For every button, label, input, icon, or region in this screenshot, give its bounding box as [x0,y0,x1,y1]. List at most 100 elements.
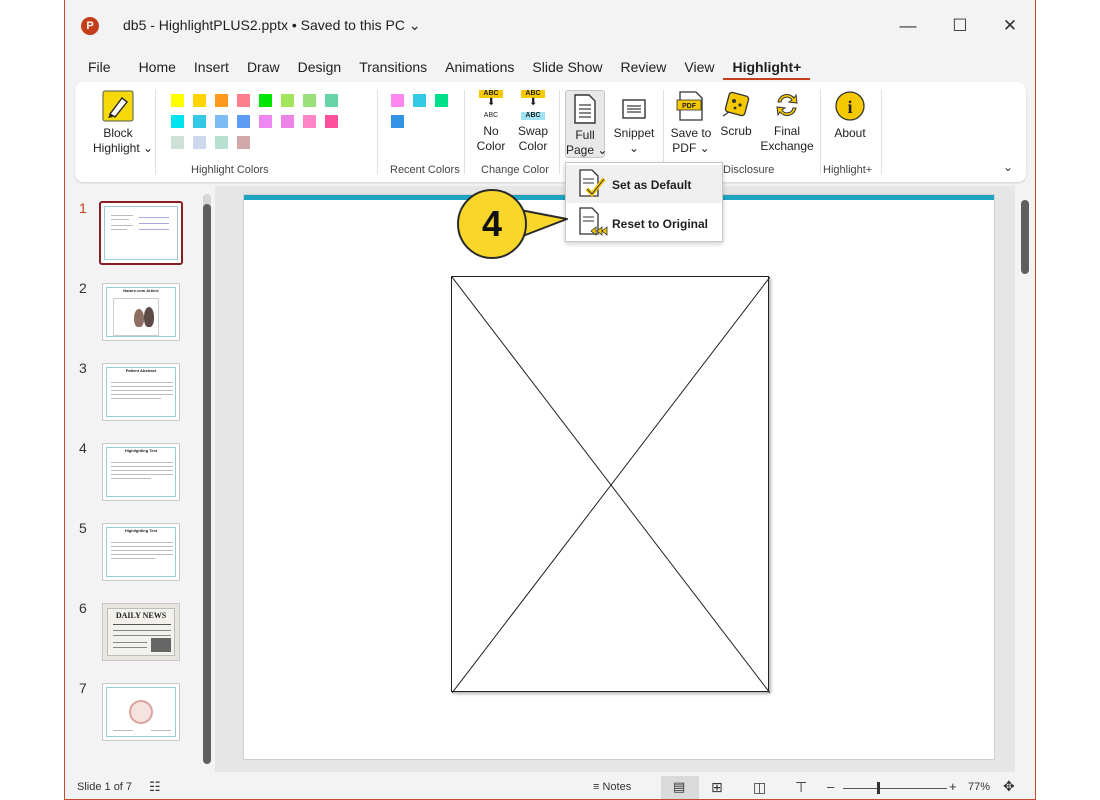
editor-scrollbar-thumb[interactable] [1021,200,1029,274]
highlight-color-swatch[interactable] [171,115,184,128]
swap-color-button[interactable]: ABC ⬇ ABC Swap Color [513,90,553,154]
highlight-color-swatch[interactable] [259,115,272,128]
zoom-in-button[interactable]: + [949,779,957,794]
highlight-color-swatch[interactable] [303,115,316,128]
tab-draw[interactable]: Draw [238,58,289,80]
full-page-button[interactable]: Full Page ⌄ [565,90,607,158]
accessibility-icon[interactable]: ☷ [149,779,161,795]
swap-color-icon: ABC ⬇ ABC [513,90,553,124]
powerpoint-window: P db5 - HighlightPLUS2.pptx • Saved to t… [64,0,1036,800]
highlight-color-swatch[interactable] [237,115,250,128]
highlight-color-swatch[interactable] [281,115,294,128]
thumbnails-scrollbar[interactable] [203,194,211,764]
notes-label: Notes [602,781,632,793]
slide-thumbnail-6[interactable]: DAILY NEWS [102,603,180,661]
slide-thumbnail-3[interactable]: Patient Abstract [102,363,180,421]
tab-design[interactable]: Design [289,58,351,80]
ribbon-divider [464,90,465,174]
highlight-color-swatch[interactable] [171,136,184,149]
highlight-color-swatch[interactable] [193,136,206,149]
close-button[interactable]: ✕ [995,12,1025,40]
window-title[interactable]: db5 - HighlightPLUS2.pptx • Saved to thi… [123,17,421,34]
placeholder-cross [452,277,770,693]
fit-to-window-icon[interactable]: ✥ [1003,778,1015,795]
snippet-button[interactable]: Snippet ⌄ [611,92,657,156]
slide-show-icon[interactable]: ⊤ [795,779,807,796]
slide-sorter-icon[interactable]: ⊞ [711,779,723,796]
swap-color-line1: Swap [517,124,549,138]
highlight-color-swatch[interactable] [193,94,206,107]
highlight-color-swatch[interactable] [325,115,338,128]
tab-transitions[interactable]: Transitions [350,58,436,80]
final-exchange-line1: Final [773,124,800,138]
normal-view-icon: ▤ [673,779,686,794]
highlight-color-swatch[interactable] [215,94,228,107]
slide-thumbnail-1[interactable] [99,201,183,265]
full-page-icon [574,94,596,124]
tab-file[interactable]: File [79,58,120,80]
powerpoint-app-icon: P [81,17,99,35]
slide-thumbnail-5[interactable]: Highlighting Text [102,523,180,581]
highlight-color-swatch[interactable] [237,94,250,107]
final-exchange-button[interactable]: Final Exchange [759,90,815,154]
notes-icon: ≡ [593,781,600,793]
slide-number: 1 [79,200,87,216]
tab-view[interactable]: View [675,58,723,80]
collapse-ribbon-button[interactable]: ⌄ [1003,160,1013,174]
zoom-slider-thumb[interactable] [877,782,880,794]
status-bar: Slide 1 of 7 ☷ ≡ Notes ▤ ⊞ ◫ ⊤ – + 77% ✥ [65,776,1035,799]
maximize-button[interactable]: ☐ [945,12,975,40]
snippet-icon [622,99,646,119]
tab-slide-show[interactable]: Slide Show [523,58,611,80]
zoom-level[interactable]: 77% [968,781,990,793]
highlight-color-swatch[interactable] [215,115,228,128]
tab-review[interactable]: Review [611,58,675,80]
block-highlight-line2: Highlight ⌄ [93,141,154,155]
recent-color-swatch[interactable] [413,94,426,107]
thumbnail-title: Highlighting Text [124,448,158,453]
tab-animations[interactable]: Animations [436,58,523,80]
tab-highlight-plus[interactable]: Highlight+ [723,58,811,80]
save-to-pdf-button[interactable]: PDF Save to PDF ⌄ [669,90,713,156]
normal-view-button[interactable]: ▤ [661,776,699,799]
image-placeholder[interactable] [451,276,770,693]
tab-home[interactable]: Home [130,58,185,80]
editor-scrollbar[interactable] [1021,200,1029,274]
scrub-button[interactable]: Scrub [717,90,755,139]
highlight-color-swatch[interactable] [237,136,250,149]
highlight-color-swatch[interactable] [259,94,272,107]
highlight-color-swatch[interactable] [281,94,294,107]
recent-color-swatch[interactable] [391,94,404,107]
zoom-out-button[interactable]: – [827,779,834,794]
thumbnails-scrollbar-thumb[interactable] [203,204,211,764]
reset-to-original-label: Reset to Original [612,217,709,231]
minimize-button[interactable]: — [893,12,923,40]
tab-insert[interactable]: Insert [185,58,238,80]
zoom-slider[interactable] [843,788,947,789]
reading-view-icon[interactable]: ◫ [753,779,766,796]
svg-text:i: i [847,97,852,117]
highlight-color-swatch[interactable] [215,136,228,149]
thumbnail-title: Highlighting Text [124,528,158,533]
notes-button[interactable]: ≡ Notes [593,781,631,793]
recent-color-swatch[interactable] [391,115,404,128]
highlight-color-swatch[interactable] [171,94,184,107]
recent-color-swatch[interactable] [435,94,448,107]
slide-thumbnail-7[interactable] [102,683,180,741]
block-highlight-line1: Block [103,126,133,140]
slide-thumbnail-4[interactable]: Highlighting Text [102,443,180,501]
highlight-color-swatch[interactable] [303,94,316,107]
slide-counter[interactable]: Slide 1 of 7 [77,781,132,793]
thumbnail-title: DAILY NEWS [115,611,167,620]
current-slide[interactable] [243,194,995,760]
highlight-color-swatch[interactable] [193,115,206,128]
highlight-plus-group-label: Highlight+ [823,164,873,176]
snippet-line2: ⌄ [628,141,640,155]
slide-thumbnail-2[interactable]: Nature.com Article [102,283,180,341]
highlight-color-swatch[interactable] [325,94,338,107]
no-color-button[interactable]: ABC ⬇ ABC No Color [473,90,509,154]
block-highlight-button[interactable]: Block Highlight ⌄ [93,90,154,156]
full-page-line1: Full [575,128,595,142]
recent-colors-label: Recent Colors [390,164,460,176]
about-button[interactable]: i About [827,90,873,141]
